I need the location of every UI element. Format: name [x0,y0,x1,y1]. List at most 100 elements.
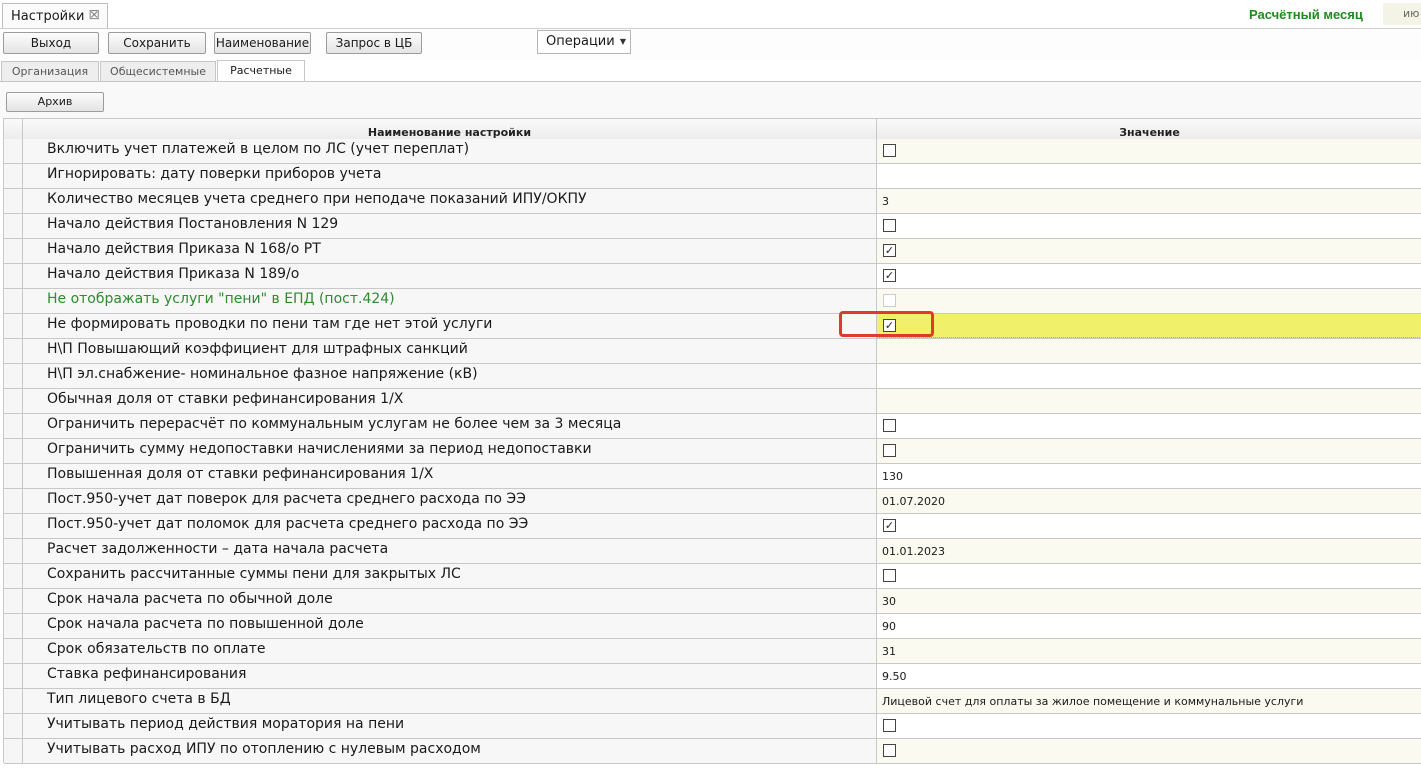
setting-value[interactable] [877,214,1421,238]
table-row[interactable]: Не отображать услуги "пени" в ЕПД (пост.… [4,289,1421,314]
setting-value[interactable]: 31 [877,639,1421,663]
setting-value[interactable] [877,164,1421,188]
setting-value[interactable]: 30 [877,589,1421,613]
table-row[interactable]: Н\П эл.снабжение- номинальное фазное нап… [4,364,1421,389]
checkbox[interactable] [883,419,896,432]
table-row[interactable]: Н\П Повышающий коэффициент для штрафных … [4,339,1421,364]
table-row[interactable]: Сохранить рассчитанные суммы пени для за… [4,564,1421,589]
table-row[interactable]: Игнорировать: дату поверки приборов учет… [4,164,1421,189]
table-row[interactable]: Срок начала расчета по обычной доле 30 [4,589,1421,614]
checkbox[interactable] [883,744,896,757]
setting-value[interactable]: 130 [877,464,1421,488]
window-tab-settings[interactable]: Настройки ⊠ [2,3,108,28]
table-row[interactable]: Учитывать расход ИПУ по отоплению с нуле… [4,739,1421,764]
checkbox[interactable] [883,444,896,457]
table-row[interactable]: Срок начала расчета по повышенной доле 90 [4,614,1421,639]
table-row[interactable]: Ограничить сумму недопоставки начисления… [4,439,1421,464]
setting-value[interactable] [877,739,1421,763]
setting-value[interactable] [877,364,1421,388]
row-selector[interactable] [4,214,23,238]
table-row[interactable]: Расчет задолженности – дата начала расче… [4,539,1421,564]
tab-billing[interactable]: Расчетные [217,60,305,81]
setting-value[interactable] [877,564,1421,588]
setting-name: Сохранить рассчитанные суммы пени для за… [23,564,877,588]
table-row[interactable]: Пост.950-учет дат поломок для расчета ср… [4,514,1421,539]
row-selector[interactable] [4,264,23,288]
setting-value[interactable]: 90 [877,614,1421,638]
setting-value[interactable]: ✓ [877,264,1421,288]
close-icon[interactable]: ⊠ [88,7,100,23]
row-selector[interactable] [4,664,23,688]
archive-button[interactable]: Архив [6,92,104,112]
setting-value[interactable] [877,339,1421,363]
table-row[interactable]: Обычная доля от ставки рефинансирования … [4,389,1421,414]
row-selector[interactable] [4,139,23,163]
table-row[interactable]: Не формировать проводки по пени там где … [4,314,1421,339]
row-selector[interactable] [4,439,23,463]
table-row[interactable]: Повышенная доля от ставки рефинансирован… [4,464,1421,489]
table-row[interactable]: Пост.950-учет дат поверок для расчета ср… [4,489,1421,514]
row-selector[interactable] [4,739,23,763]
checkbox-checked[interactable]: ✓ [883,519,896,532]
setting-value[interactable] [877,414,1421,438]
setting-value[interactable] [877,439,1421,463]
row-selector[interactable] [4,514,23,538]
setting-value[interactable]: 9.50 [877,664,1421,688]
table-row[interactable]: Количество месяцев учета среднего при не… [4,189,1421,214]
table-row[interactable]: Ограничить перерасчёт по коммунальным ус… [4,414,1421,439]
setting-value[interactable]: ✓ [877,239,1421,263]
setting-value[interactable] [877,139,1421,163]
setting-value[interactable]: ✓ [877,314,1421,338]
tab-organization[interactable]: Организация [1,61,99,81]
checkbox-checked[interactable]: ✓ [883,269,896,282]
table-row[interactable]: Срок обязательств по оплате 31 [4,639,1421,664]
checkbox-checked[interactable]: ✓ [883,244,896,257]
column-header-value[interactable]: Значение [877,119,1421,139]
setting-value[interactable] [877,289,1421,313]
row-selector[interactable] [4,614,23,638]
row-selector[interactable] [4,339,23,363]
setting-value[interactable]: Лицевой счет для оплаты за жилое помещен… [877,689,1421,713]
tab-system[interactable]: Общесистемные [100,61,216,81]
table-row[interactable]: Начало действия Приказа N 189/о ✓ [4,264,1421,289]
checkbox[interactable] [883,719,896,732]
table-row[interactable]: Учитывать период действия моратория на п… [4,714,1421,739]
row-selector[interactable] [4,539,23,563]
setting-value[interactable]: ✓ [877,514,1421,538]
setting-name: Учитывать расход ИПУ по отоплению с нуле… [23,739,877,763]
table-row[interactable]: Начало действия Приказа N 168/о РТ ✓ [4,239,1421,264]
row-selector[interactable] [4,639,23,663]
checkbox[interactable] [883,569,896,582]
row-selector[interactable] [4,289,23,313]
save-button[interactable]: Сохранить [108,32,206,54]
checkbox[interactable] [883,219,896,232]
row-selector[interactable] [4,164,23,188]
operations-select[interactable]: Операции ▼ [537,30,631,54]
row-selector[interactable] [4,364,23,388]
row-selector[interactable] [4,189,23,213]
naming-button[interactable]: Наименование [214,32,311,54]
row-selector[interactable] [4,589,23,613]
row-selector[interactable] [4,489,23,513]
row-selector[interactable] [4,314,23,338]
row-selector[interactable] [4,714,23,738]
row-selector[interactable] [4,389,23,413]
row-selector[interactable] [4,239,23,263]
setting-value[interactable] [877,389,1421,413]
column-header-name[interactable]: Наименование настройки [23,119,877,139]
row-selector[interactable] [4,464,23,488]
setting-value[interactable]: 01.01.2023 [877,539,1421,563]
table-row[interactable]: Включить учет платежей в целом по ЛС (уч… [4,139,1421,164]
table-row[interactable]: Начало действия Постановления N 129 [4,214,1421,239]
cb-request-button[interactable]: Запрос в ЦБ [326,32,422,54]
setting-value[interactable]: 3 [877,189,1421,213]
row-selector[interactable] [4,564,23,588]
checkbox[interactable] [883,144,896,157]
setting-value[interactable] [877,714,1421,738]
exit-button[interactable]: Выход [3,32,99,54]
row-selector[interactable] [4,414,23,438]
table-row[interactable]: Ставка рефинансирования 9.50 [4,664,1421,689]
table-row[interactable]: Тип лицевого счета в БД Лицевой счет для … [4,689,1421,714]
row-selector[interactable] [4,689,23,713]
setting-value[interactable]: 01.07.2020 [877,489,1421,513]
